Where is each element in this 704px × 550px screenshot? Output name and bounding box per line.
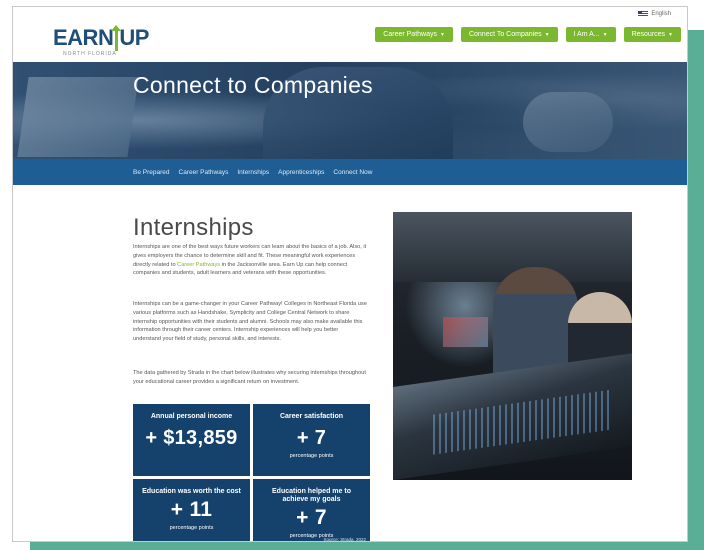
earn-up-logo[interactable]: EARN UP NORTH FLORIDA (53, 25, 149, 57)
hero-banner: Connect to Companies (13, 62, 687, 159)
stat-unit: percentage points (289, 453, 334, 459)
stats-source: Source: Strada, 2022 (323, 537, 366, 542)
nav-resources[interactable]: Resources ▼ (623, 27, 681, 42)
stat-value: + 11 (170, 498, 213, 521)
stat-annual-income: Annual personal income + $13,859 (133, 404, 250, 476)
up-arrow-icon (111, 25, 122, 51)
subnav-connect-now[interactable]: Connect Now (333, 169, 372, 176)
chevron-down-icon: ▼ (440, 31, 445, 38)
logo-tagline: NORTH FLORIDA (63, 51, 117, 57)
section-subnav: Be Prepared Career Pathways Internships … (13, 159, 687, 185)
chevron-down-icon: ▼ (544, 31, 550, 38)
language-selector[interactable]: English (638, 11, 671, 17)
stats-infographic: Annual personal income + $13,859 Career … (133, 404, 370, 542)
page-heading: Internships (133, 214, 254, 241)
logo-up-text: UP (119, 25, 149, 50)
subnav-apprenticeships[interactable]: Apprenticeships (278, 169, 324, 176)
stat-education-worth-cost: Education was worth the cost + 11 percen… (133, 479, 250, 541)
stat-label: Education was worth the cost (142, 488, 241, 495)
webpage-screenshot: English EARN UP NORTH FLORIDA Career Pat… (12, 6, 688, 542)
subnav-internships[interactable]: Internships (237, 169, 269, 176)
nav-connect-to-companies[interactable]: Connect To Companies ▼ (460, 27, 558, 42)
internships-paragraph: Internships can be a game-changer in you… (133, 301, 367, 343)
stat-unit: percentage points (169, 525, 214, 531)
stat-education-achieve-goals: Education helped me to achieve my goals … (253, 479, 370, 542)
chevron-down-icon: ▼ (668, 31, 673, 38)
language-label: English (651, 11, 671, 17)
us-flag-icon (638, 11, 649, 17)
stat-label: Career satisfaction (279, 413, 344, 420)
nav-i-am-a[interactable]: I Am A... ▼ (565, 27, 616, 42)
strada-paragraph: The data gathered by Strada in the chart… (133, 370, 366, 385)
main-nav: Career Pathways ▼ Connect To Companies ▼ I… (375, 27, 681, 42)
chevron-down-icon: ▼ (602, 31, 608, 38)
subnav-be-prepared[interactable]: Be Prepared (133, 169, 170, 176)
stat-label: Annual personal income (150, 413, 233, 420)
intro-paragraph: Internships are one of the best ways fut… (133, 243, 367, 278)
career-pathways-link[interactable]: Career Pathways (177, 262, 220, 268)
nav-label: Resources (631, 31, 666, 38)
photo-monitor (443, 317, 488, 347)
nav-career-pathways[interactable]: Career Pathways ▼ (375, 27, 453, 42)
studio-engineers-photo (393, 212, 632, 480)
stat-career-satisfaction: Career satisfaction + 7 percentage point… (253, 404, 370, 476)
hero-laptop-image (17, 77, 139, 157)
nav-label: Career Pathways (383, 31, 437, 38)
stat-value: + 7 (296, 427, 327, 449)
stat-value: + 7 (296, 506, 327, 529)
nav-label: I Am A... (573, 31, 600, 38)
stat-value: + $13,859 (145, 427, 238, 449)
hero-title: Connect to Companies (133, 72, 373, 98)
subnav-career-pathways[interactable]: Career Pathways (179, 169, 229, 176)
stat-label: Education helped me to achieve my goals (272, 488, 351, 503)
logo-earn-text: EARN (53, 25, 114, 50)
nav-label: Connect To Companies (468, 31, 542, 38)
hero-hands-image (523, 92, 613, 152)
